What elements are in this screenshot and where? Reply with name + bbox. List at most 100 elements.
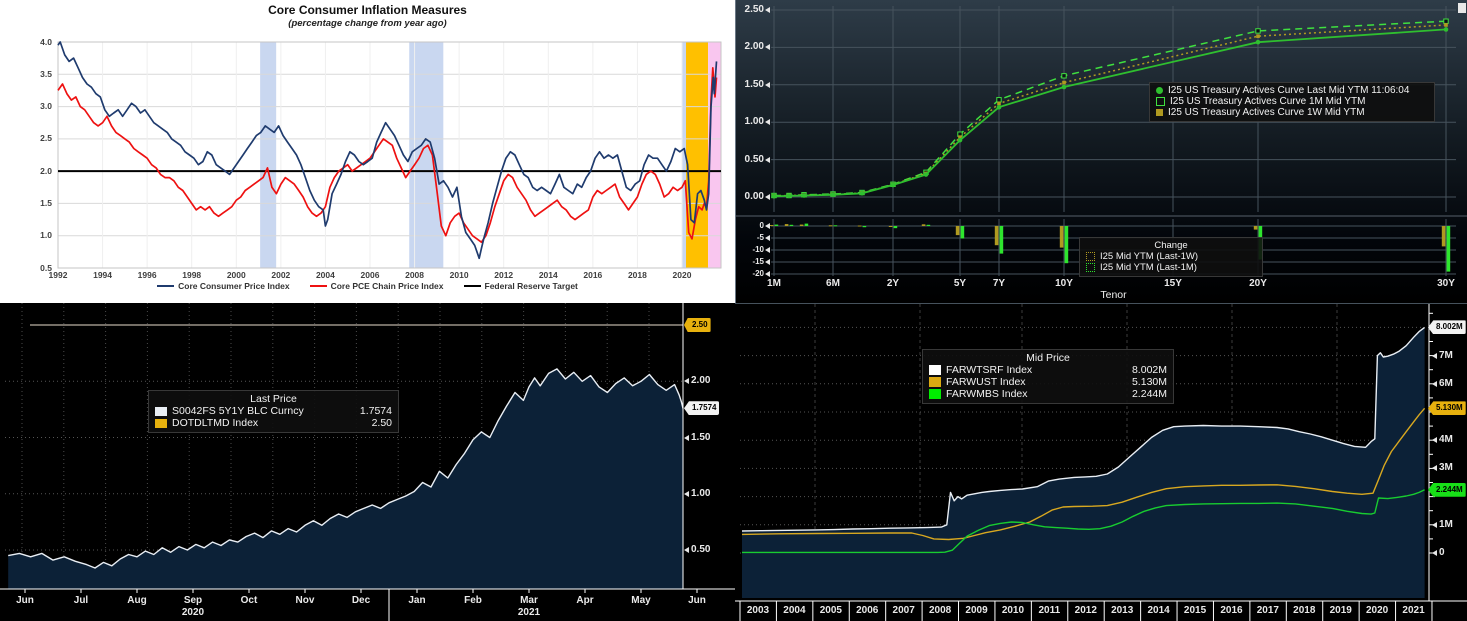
y-tick-arrow: [684, 547, 689, 553]
y-tick-arrow: [1432, 353, 1437, 359]
year-label: 2021: [514, 608, 544, 618]
change-bar-1w: [956, 226, 960, 235]
last-price-legend-title: Last Price: [155, 393, 392, 405]
curve-legend[interactable]: I25 US Treasury Actives Curve Last Mid Y…: [1149, 82, 1435, 122]
legend-item: Core Consumer Price Index: [157, 281, 289, 291]
legend-label: Core Consumer Price Index: [178, 281, 289, 291]
y-tick-label: 0.00: [736, 192, 764, 202]
y-tick-label: 1.50: [736, 80, 764, 90]
curve-marker: [1444, 23, 1448, 27]
month-label: Mar: [514, 596, 544, 606]
change-bar-1m: [961, 226, 965, 238]
curve-marker: [1256, 29, 1260, 33]
x-tick-label: 2020: [668, 271, 696, 280]
panel-forward-rate: Last Price S0042FS 5Y1Y BLC Curncy 1.7574…: [0, 303, 735, 621]
legend-label: S0042FS 5Y1Y BLC Curncy: [172, 405, 304, 417]
plot-border: [58, 42, 721, 268]
change-bar-1m: [863, 226, 867, 227]
four-chart-dashboard: Core Consumer Inflation Measures (percen…: [0, 0, 1467, 621]
tenor-tick-label: 10Y: [1049, 279, 1079, 289]
year-label: 2004: [776, 606, 812, 616]
legend-value: 2.50: [372, 417, 392, 429]
change-bar-1m: [1065, 226, 1069, 263]
year-label: 2006: [849, 606, 885, 616]
legend-swatch: [155, 407, 167, 416]
legend-value: 1.7574: [360, 405, 392, 417]
curve-marker: [1256, 34, 1260, 38]
month-label: May: [626, 596, 656, 606]
curve-marker: [1444, 19, 1448, 23]
month-label: Jul: [66, 596, 96, 606]
dot-target-badge: 2.50: [684, 318, 711, 332]
year-label: 2016: [1213, 606, 1249, 616]
year-label: 2005: [813, 606, 849, 616]
window-corner-box[interactable]: [1458, 3, 1466, 13]
legend-line-swatch: [464, 285, 481, 287]
change-y-tick-label: -15: [740, 258, 764, 266]
legend-label: FARWUST Index: [946, 376, 1026, 388]
x-tick-label: 2010: [445, 271, 473, 280]
change-bar-1w: [995, 226, 999, 245]
legend-item: I25 Mid YTM (Last-1W): [1086, 251, 1256, 262]
mid-price-legend[interactable]: Mid Price FARWTSRF Index8.002MFARWUST In…: [922, 349, 1174, 404]
legend-label: I25 Mid YTM (Last-1M): [1100, 262, 1197, 273]
y-tick-label: 1.5: [24, 199, 52, 208]
year-label: 2008: [922, 606, 958, 616]
y-tick-arrow: [765, 157, 770, 163]
x-tick-label: 2000: [222, 271, 250, 280]
tenor-axis-label: Tenor: [771, 290, 1456, 301]
last-price-legend[interactable]: Last Price S0042FS 5Y1Y BLC Curncy 1.7574…: [148, 390, 399, 433]
tenor-tick-label: 7Y: [984, 279, 1014, 289]
y-tick-arrow: [765, 119, 770, 125]
curve-marker: [891, 183, 896, 188]
curve-marker: [860, 191, 865, 196]
y-tick-label: 0.50: [691, 545, 710, 555]
y-tick-arrow: [1432, 550, 1437, 556]
x-tick-label: 1992: [44, 271, 72, 280]
filled-circle-marker-icon: [1156, 87, 1163, 94]
legend-label: I25 US Treasury Actives Curve 1W Mid YTM: [1168, 107, 1365, 118]
curve-marker: [958, 138, 963, 143]
month-label: Apr: [570, 596, 600, 606]
y-tick-label: 2.00: [691, 376, 710, 386]
y-tick-label: 1.00: [691, 489, 710, 499]
legend-label: I25 Mid YTM (Last-1W): [1100, 251, 1198, 262]
year-label: 2010: [995, 606, 1031, 616]
year-label: 2014: [1141, 606, 1177, 616]
panel-fed-balances: Mid Price FARWTSRF Index8.002MFARWUST In…: [735, 303, 1467, 621]
change-bar-1w: [785, 224, 789, 226]
legend-item: Federal Reserve Target: [464, 281, 578, 291]
tenor-tick-label: 5Y: [945, 279, 975, 289]
curve-marker: [997, 105, 1002, 110]
curve-marker: [772, 194, 777, 199]
change-bar-1w: [829, 225, 833, 226]
y-tick-label: 2.5: [24, 134, 52, 143]
change-bar-1w: [770, 225, 774, 226]
x-tick-label: 2018: [623, 271, 651, 280]
tenor-tick-label: 30Y: [1431, 279, 1461, 289]
change-bar-1m: [1447, 226, 1451, 272]
month-label: Jan: [402, 596, 432, 606]
year-label: 2011: [1031, 606, 1067, 616]
change-bar-1m: [790, 225, 794, 226]
month-label: Jun: [10, 596, 40, 606]
change-y-tick-arrow: [765, 271, 770, 277]
y-tick-label: 2.0: [24, 167, 52, 176]
core-inflation-chart[interactable]: [0, 0, 735, 303]
month-label: Sep: [178, 596, 208, 606]
forward-rate-chart[interactable]: [0, 303, 735, 621]
month-label: Feb: [458, 596, 488, 606]
inflation-legend: Core Consumer Price IndexCore PCE Chain …: [0, 281, 735, 291]
change-y-tick-arrow: [765, 235, 770, 241]
change-legend-title: Change: [1086, 240, 1256, 251]
change-y-tick-label: 0: [740, 222, 764, 230]
legend-label: DOTDLTMD Index: [172, 417, 258, 429]
x-tick-label: 2008: [401, 271, 429, 280]
change-legend[interactable]: Change I25 Mid YTM (Last-1W)I25 Mid YTM …: [1079, 237, 1263, 277]
year-label: 2019: [1323, 606, 1359, 616]
month-label: Jun: [682, 596, 712, 606]
year-label: 2017: [1250, 606, 1286, 616]
legend-swatch: [929, 365, 941, 375]
change-y-tick-arrow: [765, 259, 770, 265]
y-tick-arrow: [684, 491, 689, 497]
